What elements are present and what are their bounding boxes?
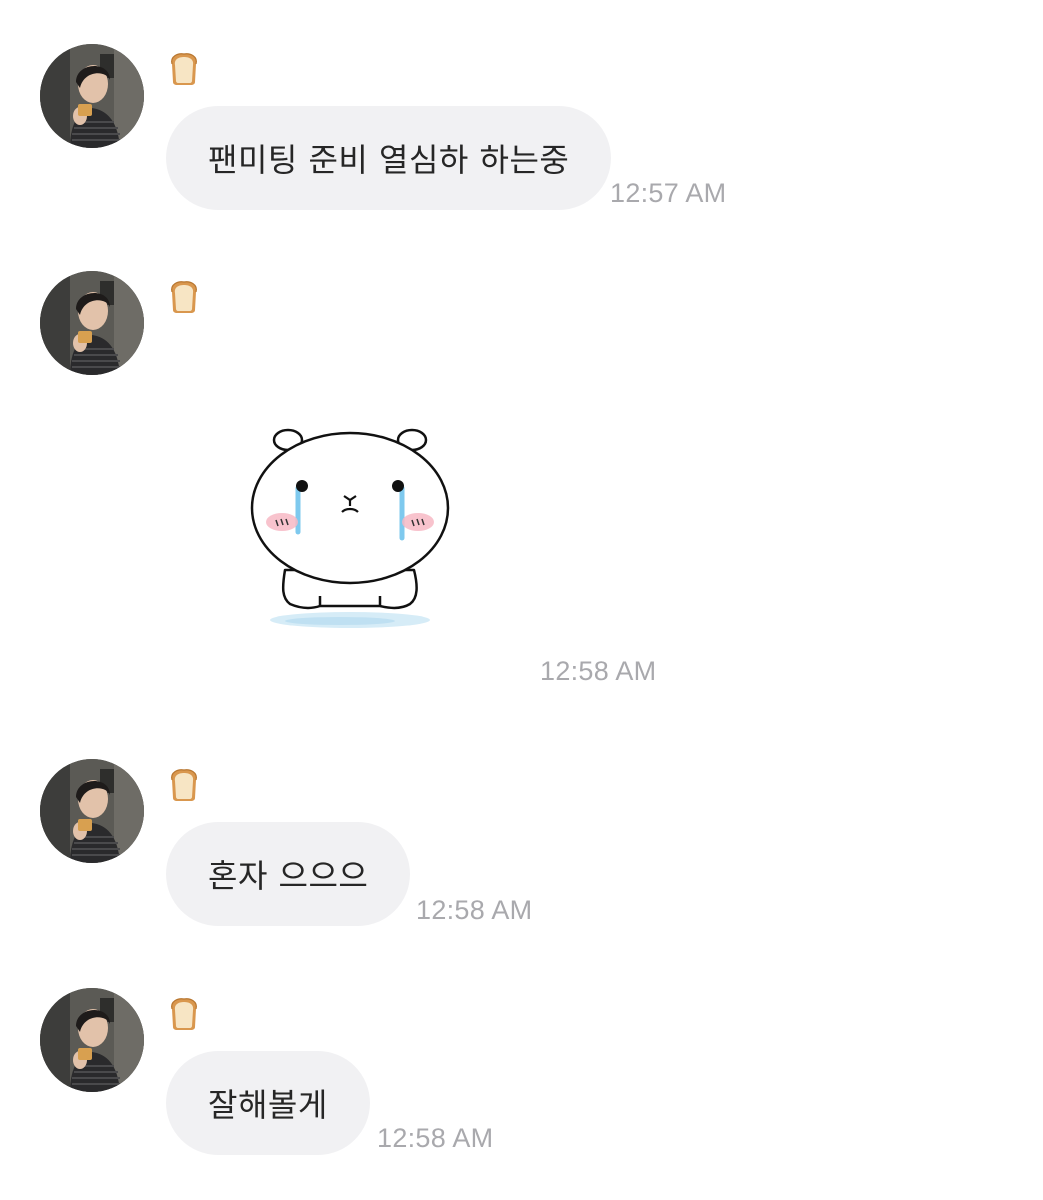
bread-emoji-icon <box>166 50 202 86</box>
avatar[interactable] <box>40 44 144 148</box>
avatar[interactable] <box>40 988 144 1092</box>
message-bubble[interactable]: 잘해볼게 <box>166 1051 370 1155</box>
message-timestamp: 12:58 AM <box>540 656 657 686</box>
bread-emoji-icon <box>166 766 202 802</box>
message-timestamp: 12:58 AM <box>416 895 533 925</box>
message-bubble[interactable]: 팬미팅 준비 열심하 하는중 <box>166 106 612 210</box>
crying-white-bear-sticker[interactable] <box>240 420 460 635</box>
message-bubble[interactable]: 혼자 으으으 <box>166 822 411 926</box>
avatar[interactable] <box>40 759 144 863</box>
bread-emoji-icon <box>166 278 202 314</box>
chat-thread: 팬미팅 준비 열심하 하는중 12:57 AM 12:58 AM 혼자 으으으 … <box>0 0 1043 1200</box>
message-timestamp: 12:58 AM <box>377 1123 494 1153</box>
message-timestamp: 12:57 AM <box>610 178 727 208</box>
bread-emoji-icon <box>166 995 202 1031</box>
avatar[interactable] <box>40 271 144 375</box>
